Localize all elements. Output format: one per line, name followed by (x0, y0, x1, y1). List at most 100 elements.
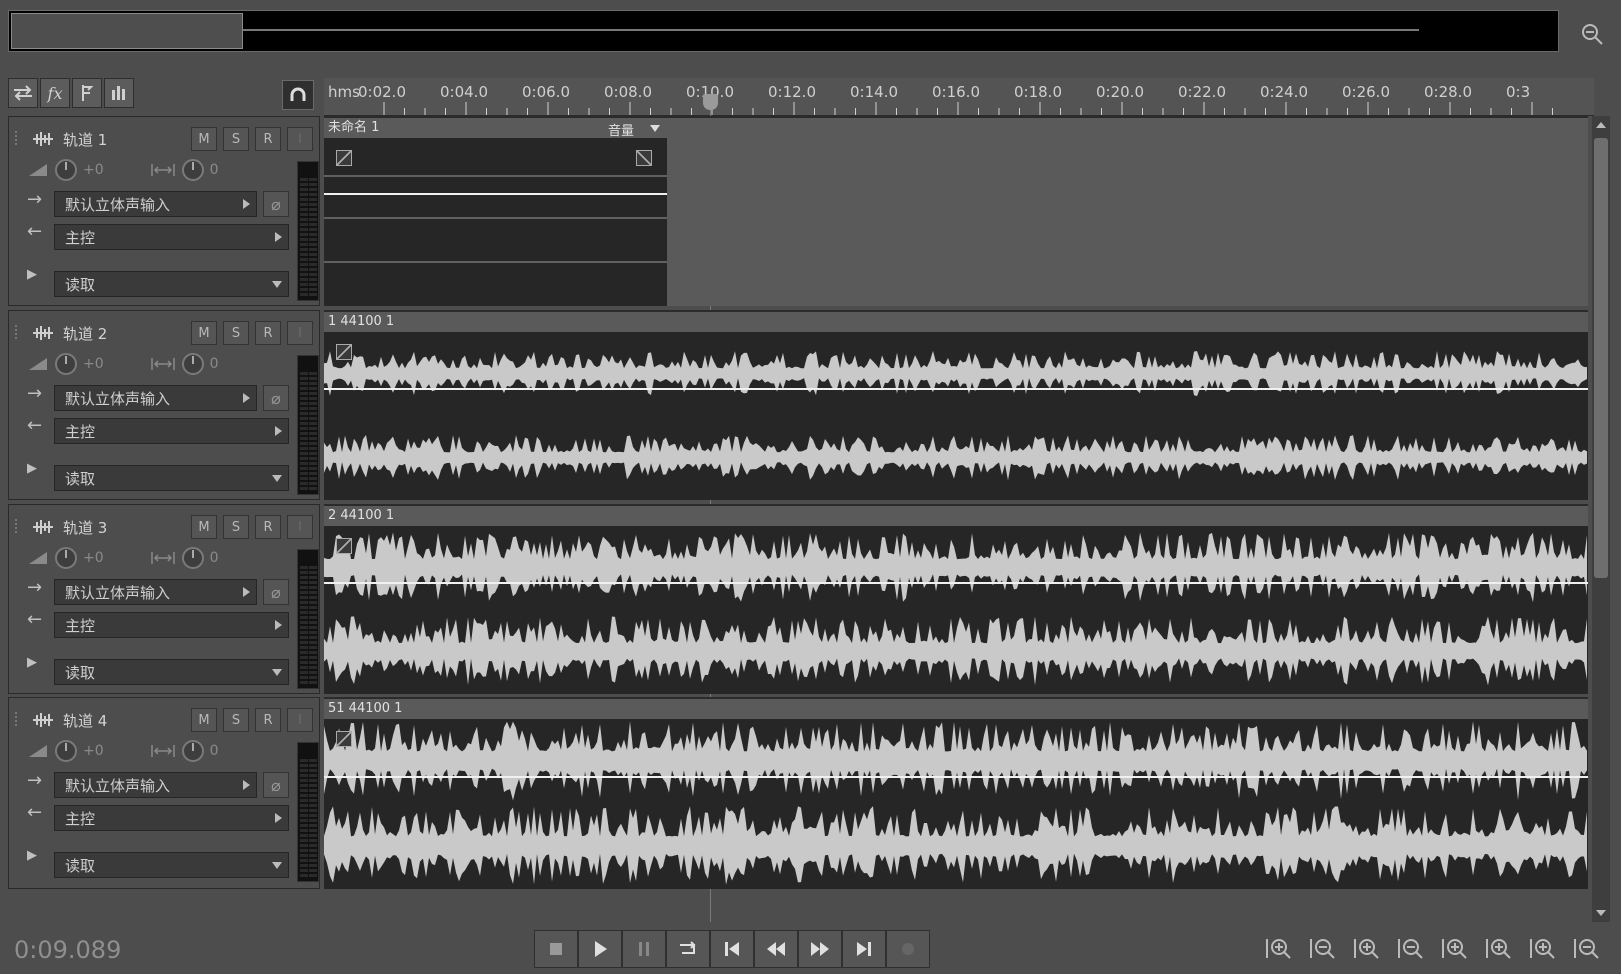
fade-in-handle[interactable] (336, 731, 352, 747)
zoom-out-amplitude-icon[interactable] (1306, 934, 1340, 964)
fast-forward-icon[interactable] (798, 930, 842, 968)
clip-title[interactable]: 1 44100 1 (324, 312, 1588, 332)
go-end-icon[interactable] (842, 930, 886, 968)
clip-title[interactable]: 51 44100 1 (324, 699, 1588, 719)
fade-out-handle[interactable] (636, 150, 652, 166)
playhead-handle[interactable] (703, 94, 718, 110)
drag-grip[interactable] (15, 325, 19, 339)
zoom-in-right-icon[interactable] (1526, 934, 1560, 964)
track-lane[interactable]: 51 44100 1 (324, 697, 1588, 889)
track-name[interactable]: 轨道 4 (63, 710, 107, 731)
phase-invert-icon[interactable]: ⌀ (263, 191, 289, 217)
headphone-magnet-icon[interactable] (282, 80, 314, 110)
track-lane[interactable]: 1 44100 1 (324, 310, 1588, 500)
drag-grip[interactable] (15, 519, 19, 533)
pan-knob[interactable] (181, 740, 204, 762)
record-arm-button[interactable]: R (255, 127, 281, 151)
stop-icon[interactable] (534, 930, 578, 968)
session-overview[interactable] (8, 10, 1559, 52)
scroll-thumb[interactable] (1594, 138, 1608, 578)
expand-automation-icon[interactable]: ▶ (27, 848, 37, 863)
input-monitor-button[interactable]: I (287, 515, 313, 539)
zoom-selection-icon[interactable] (1570, 934, 1604, 964)
output-select[interactable]: 主控 (54, 805, 289, 831)
track-header[interactable]: 轨道 4 M S R I +0 0 → 默认立体声输入 ⌀ ← 主控 ▶ 读取 (8, 697, 320, 889)
pan-knob[interactable] (181, 159, 204, 181)
zoom-in-amplitude-icon[interactable] (1262, 934, 1296, 964)
solo-button[interactable]: S (223, 708, 249, 732)
zoom-full-icon[interactable] (1438, 934, 1472, 964)
phase-invert-icon[interactable]: ⌀ (263, 385, 289, 411)
output-select[interactable]: 主控 (54, 418, 289, 444)
record-arm-button[interactable]: R (255, 321, 281, 345)
track-header[interactable]: 轨道 3 M S R I +0 0 → 默认立体声输入 ⌀ ← 主控 ▶ 读取 (8, 504, 320, 694)
play-icon[interactable] (578, 930, 622, 968)
scroll-up-icon[interactable] (1596, 122, 1606, 128)
drag-grip[interactable] (15, 712, 19, 726)
chevron-down-icon[interactable] (650, 125, 660, 132)
volume-knob[interactable] (55, 159, 77, 181)
zoom-in-left-icon[interactable] (1482, 934, 1516, 964)
zoom-in-time-icon[interactable] (1350, 934, 1384, 964)
volume-knob[interactable] (55, 547, 77, 569)
audio-clip[interactable] (324, 138, 667, 306)
vertical-scrollbar[interactable] (1592, 116, 1610, 922)
track-header[interactable]: 轨道 2 M S R I +0 0 → 默认立体声输入 ⌀ ← 主控 ▶ 读取 (8, 310, 320, 500)
automation-mode-select[interactable]: 读取 (54, 465, 289, 491)
track-name[interactable]: 轨道 1 (63, 129, 107, 150)
track-lane[interactable]: 未命名 1 音量 (324, 116, 1588, 306)
output-select[interactable]: 主控 (54, 224, 289, 250)
automation-mode-select[interactable]: 读取 (54, 271, 289, 297)
expand-automation-icon[interactable]: ▶ (27, 267, 37, 282)
solo-button[interactable]: S (223, 515, 249, 539)
clip-title[interactable]: 2 44100 1 (324, 506, 1588, 526)
record-arm-button[interactable]: R (255, 515, 281, 539)
record-icon[interactable] (886, 930, 930, 968)
phase-invert-icon[interactable]: ⌀ (263, 772, 289, 798)
track-lane[interactable]: 2 44100 1 (324, 504, 1588, 694)
fade-in-handle[interactable] (336, 150, 352, 166)
overview-view-thumb[interactable] (11, 13, 243, 49)
audio-clip[interactable] (324, 526, 1588, 694)
track-name[interactable]: 轨道 2 (63, 323, 107, 344)
audio-clip[interactable] (324, 719, 1588, 889)
input-select[interactable]: 默认立体声输入 (54, 191, 257, 217)
eq-icon[interactable] (104, 78, 134, 108)
fx-icon[interactable]: fx (40, 78, 70, 108)
expand-automation-icon[interactable]: ▶ (27, 461, 37, 476)
drag-grip[interactable] (15, 131, 19, 145)
output-select[interactable]: 主控 (54, 612, 289, 638)
phase-invert-icon[interactable]: ⌀ (263, 579, 289, 605)
send-icon[interactable] (72, 78, 102, 108)
fade-in-handle[interactable] (336, 344, 352, 360)
track-name[interactable]: 轨道 3 (63, 517, 107, 538)
pause-icon[interactable] (622, 930, 666, 968)
mute-button[interactable]: M (191, 515, 217, 539)
clip-envelope-param[interactable]: 音量 (608, 120, 634, 139)
input-monitor-button[interactable]: I (287, 127, 313, 151)
record-arm-button[interactable]: R (255, 708, 281, 732)
mute-button[interactable]: M (191, 708, 217, 732)
solo-button[interactable]: S (223, 321, 249, 345)
track-header[interactable]: 轨道 1 M S R I +0 0 → 默认立体声输入 ⌀ ← 主控 ▶ 读取 (8, 116, 320, 306)
input-monitor-button[interactable]: I (287, 708, 313, 732)
expand-automation-icon[interactable]: ▶ (27, 655, 37, 670)
input-select[interactable]: 默认立体声输入 (54, 772, 257, 798)
input-monitor-button[interactable]: I (287, 321, 313, 345)
fade-in-handle[interactable] (336, 538, 352, 554)
zoom-navigator-icon[interactable] (1578, 18, 1608, 48)
volume-knob[interactable] (55, 353, 77, 375)
input-select[interactable]: 默认立体声输入 (54, 385, 257, 411)
go-start-icon[interactable] (710, 930, 754, 968)
pan-knob[interactable] (181, 353, 204, 375)
mute-button[interactable]: M (191, 321, 217, 345)
pan-knob[interactable] (181, 547, 204, 569)
scroll-down-icon[interactable] (1596, 910, 1606, 916)
rewind-icon[interactable] (754, 930, 798, 968)
zoom-out-time-icon[interactable] (1394, 934, 1428, 964)
timeline-ruler[interactable]: hms 0:02.0 0:04.0 0:06.0 0:08.0 0:10.0 0:12.0… (324, 78, 1594, 116)
volume-knob[interactable] (55, 740, 77, 762)
automation-mode-select[interactable]: 读取 (54, 852, 289, 878)
audio-clip[interactable] (324, 332, 1588, 500)
solo-button[interactable]: S (223, 127, 249, 151)
